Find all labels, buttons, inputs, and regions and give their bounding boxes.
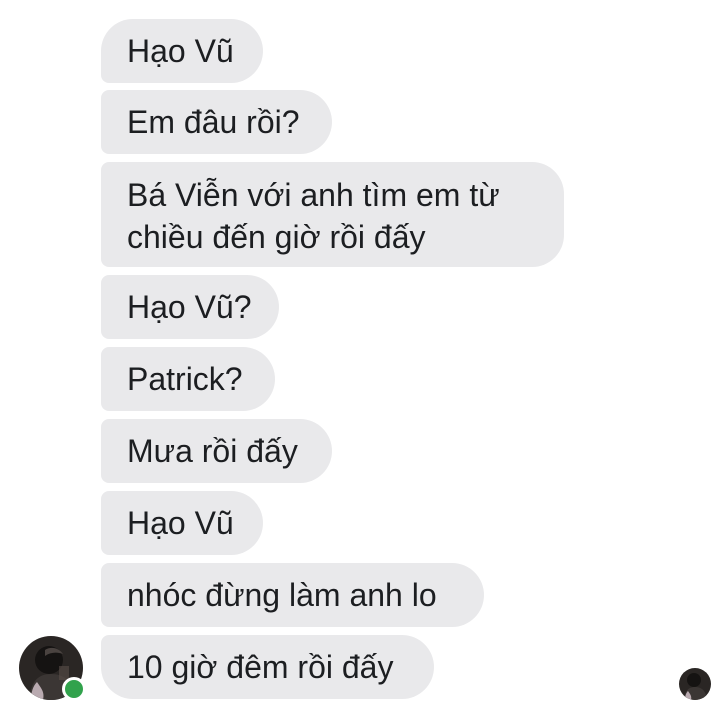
message-bubble[interactable]: Hạo Vũ	[101, 491, 263, 555]
message-bubble[interactable]: nhóc đừng làm anh lo	[101, 563, 484, 627]
message-bubble[interactable]: Mưa rồi đấy	[101, 419, 332, 483]
message-bubble[interactable]: Hạo Vũ?	[101, 275, 279, 339]
message-bubble[interactable]: Hạo Vũ	[101, 19, 263, 83]
read-receipt	[679, 668, 711, 700]
message-bubble[interactable]: Patrick?	[101, 347, 275, 411]
message-bubble[interactable]: Bá Viễn với anh tìm em từ chiều đến giờ …	[101, 162, 564, 267]
message-thread: Hạo Vũ Em đâu rồi? Bá Viễn với anh tìm e…	[0, 0, 720, 705]
message-bubble[interactable]: Em đâu rồi?	[101, 90, 332, 154]
online-status-indicator	[62, 677, 86, 701]
message-bubble[interactable]: 10 giờ đêm rồi đấy	[101, 635, 434, 699]
seen-avatar-icon	[679, 668, 711, 700]
